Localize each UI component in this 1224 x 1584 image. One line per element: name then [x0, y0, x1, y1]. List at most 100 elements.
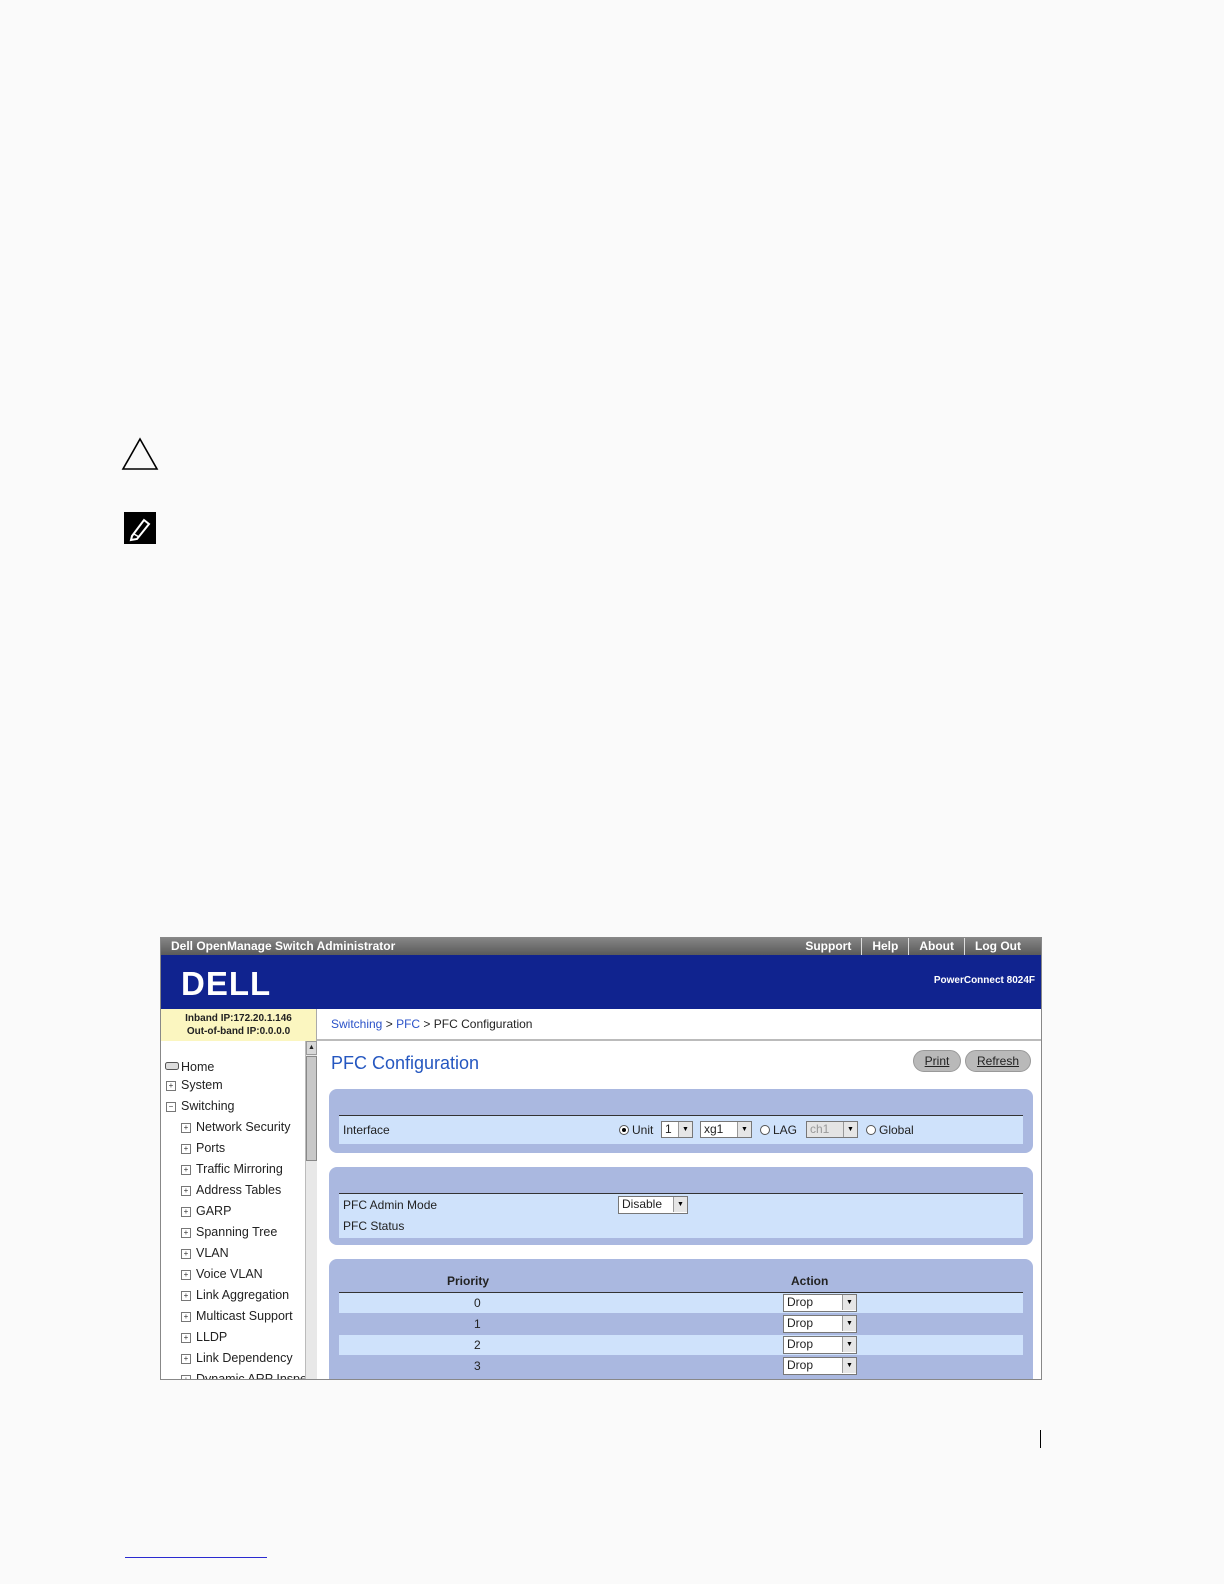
- page-number-rule: [1040, 1430, 1041, 1448]
- expand-icon[interactable]: +: [181, 1165, 191, 1175]
- priority-cell: 1: [474, 1317, 481, 1331]
- sidebar-item-ports[interactable]: + Ports: [181, 1141, 225, 1155]
- priority-cell: 3: [474, 1359, 481, 1373]
- port-select[interactable]: xg1 ▼: [700, 1121, 752, 1138]
- expand-icon[interactable]: +: [181, 1312, 191, 1322]
- table-row: 0 Drop ▼: [339, 1293, 1023, 1313]
- breadcrumb-sep: >: [385, 1017, 393, 1031]
- outband-ip: Out-of-band IP:0.0.0.0: [186, 1026, 291, 1037]
- expand-icon[interactable]: +: [181, 1333, 191, 1343]
- priority-cell: 2: [474, 1338, 481, 1352]
- app-title: Dell OpenManage Switch Administrator: [171, 939, 396, 953]
- expand-icon[interactable]: +: [181, 1207, 191, 1217]
- action-header: Action: [791, 1274, 829, 1288]
- title-bar: Dell OpenManage Switch Administrator Sup…: [161, 938, 1041, 955]
- dropdown-arrow-icon[interactable]: ▼: [842, 1358, 856, 1373]
- expand-icon[interactable]: +: [181, 1291, 191, 1301]
- sidebar-item-link-aggregation[interactable]: + Link Aggregation: [181, 1288, 289, 1302]
- top-links: Support Help About Log Out: [795, 938, 1031, 955]
- dropdown-arrow-icon[interactable]: ▼: [737, 1122, 751, 1137]
- action-select[interactable]: Drop ▼: [783, 1315, 857, 1333]
- sidebar-item-multicast-support[interactable]: + Multicast Support: [181, 1309, 293, 1323]
- action-select[interactable]: Drop ▼: [783, 1336, 857, 1354]
- inband-ip: Inband IP:172.20.1.146: [185, 1013, 292, 1024]
- action-select[interactable]: Drop ▼: [783, 1357, 857, 1375]
- expand-icon[interactable]: +: [181, 1123, 191, 1133]
- lag-select: ch1 ▼: [806, 1121, 858, 1138]
- banner: DELL PowerConnect 8024F: [161, 955, 1041, 1009]
- sidebar-scrollbar[interactable]: ▲: [305, 1041, 317, 1379]
- sidebar-item-home[interactable]: Home: [165, 1060, 214, 1074]
- global-radio[interactable]: Global: [866, 1123, 914, 1137]
- page-title: PFC Configuration: [331, 1053, 480, 1073]
- help-link[interactable]: Help: [861, 938, 908, 955]
- sidebar-item-garp[interactable]: + GARP: [181, 1204, 231, 1218]
- breadcrumb-current: PFC Configuration: [433, 1017, 533, 1031]
- expand-icon[interactable]: +: [166, 1081, 176, 1091]
- sidebar-item-voice-vlan[interactable]: + Voice VLAN: [181, 1267, 263, 1281]
- expand-icon[interactable]: +: [181, 1186, 191, 1196]
- note-icon: [124, 512, 156, 544]
- pfc-admin-mode-select[interactable]: Disable ▼: [618, 1196, 688, 1214]
- expand-icon[interactable]: +: [181, 1144, 191, 1154]
- expand-icon[interactable]: +: [181, 1228, 191, 1238]
- dell-logo: DELL: [181, 966, 271, 1000]
- footer-link-underline[interactable]: [125, 1557, 267, 1558]
- action-select[interactable]: Drop ▼: [783, 1294, 857, 1312]
- scroll-up-icon[interactable]: ▲: [306, 1041, 317, 1055]
- dropdown-arrow-icon[interactable]: ▼: [678, 1122, 692, 1137]
- sidebar-item-dynamic-arp[interactable]: + Dynamic ARP Inspe: [181, 1372, 307, 1379]
- sidebar-item-traffic-mirroring[interactable]: + Traffic Mirroring: [181, 1162, 283, 1176]
- unit-radio[interactable]: Unit: [619, 1123, 653, 1137]
- pfc-admin-mode-label: PFC Admin Mode: [343, 1198, 438, 1212]
- sidebar-item-switching[interactable]: − Switching: [166, 1099, 235, 1113]
- sidebar-item-vlan[interactable]: + VLAN: [181, 1246, 229, 1260]
- dropdown-arrow-icon[interactable]: ▼: [842, 1337, 856, 1352]
- table-row: 3 Drop ▼: [339, 1356, 1023, 1376]
- about-link[interactable]: About: [908, 938, 964, 955]
- sidebar-item-lldp[interactable]: + LLDP: [181, 1330, 227, 1344]
- breadcrumb-pfc[interactable]: PFC: [396, 1017, 420, 1031]
- expand-icon[interactable]: +: [181, 1249, 191, 1259]
- home-icon: [165, 1062, 179, 1070]
- interface-label: Interface: [343, 1123, 390, 1137]
- pfc-mode-rows: PFC Admin Mode Disable ▼ PFC Status: [339, 1193, 1023, 1238]
- scrollbar-thumb[interactable]: [306, 1056, 317, 1161]
- dropdown-arrow-icon: ▼: [843, 1122, 857, 1137]
- svg-text:DELL: DELL: [181, 966, 271, 1000]
- collapse-icon[interactable]: −: [166, 1102, 176, 1112]
- table-row: 1 Drop ▼: [339, 1314, 1023, 1334]
- expand-icon[interactable]: +: [181, 1354, 191, 1364]
- lag-radio[interactable]: LAG: [760, 1123, 797, 1137]
- refresh-button[interactable]: Refresh: [965, 1050, 1031, 1072]
- expand-icon[interactable]: +: [181, 1270, 191, 1280]
- logout-link[interactable]: Log Out: [964, 938, 1031, 955]
- sidebar-item-spanning-tree[interactable]: + Spanning Tree: [181, 1225, 277, 1239]
- priority-header: Priority: [447, 1274, 490, 1288]
- sidebar-item-system[interactable]: + System: [166, 1078, 223, 1092]
- unit-select[interactable]: 1 ▼: [661, 1121, 693, 1138]
- radio-icon[interactable]: [760, 1125, 770, 1135]
- sidebar-item-address-tables[interactable]: + Address Tables: [181, 1183, 281, 1197]
- print-button[interactable]: Print: [913, 1050, 961, 1072]
- main-content: PFC Configuration Print Refresh Interfac…: [319, 1041, 1041, 1379]
- radio-selected-icon[interactable]: [619, 1125, 629, 1135]
- priority-table-panel: Priority Action 0 Drop ▼ 1 Drop ▼ 2 Drop ▼ …: [329, 1259, 1033, 1379]
- expand-icon[interactable]: +: [181, 1375, 191, 1379]
- interface-row: Interface Unit 1 ▼ xg1 ▼ LAG ch1 ▼ Global: [339, 1115, 1023, 1144]
- radio-icon[interactable]: [866, 1125, 876, 1135]
- screenshot-frame: Dell OpenManage Switch Administrator Sup…: [160, 937, 1042, 1380]
- dropdown-arrow-icon[interactable]: ▼: [842, 1316, 856, 1331]
- support-link[interactable]: Support: [795, 938, 861, 955]
- dropdown-arrow-icon[interactable]: ▼: [842, 1295, 856, 1310]
- sidebar-item-link-dependency[interactable]: + Link Dependency: [181, 1351, 293, 1365]
- sidebar-item-network-security[interactable]: + Network Security: [181, 1120, 290, 1134]
- breadcrumb-sep: >: [423, 1017, 431, 1031]
- table-row: 2 Drop ▼: [339, 1335, 1023, 1355]
- dropdown-arrow-icon[interactable]: ▼: [673, 1197, 687, 1212]
- pfc-status-label: PFC Status: [343, 1219, 405, 1233]
- breadcrumb-switching[interactable]: Switching: [331, 1017, 382, 1031]
- pfc-mode-panel: PFC Admin Mode Disable ▼ PFC Status: [329, 1167, 1033, 1245]
- breadcrumb: Switching > PFC > PFC Configuration: [317, 1009, 1041, 1041]
- ip-info: Inband IP:172.20.1.146 Out-of-band IP:0.…: [161, 1009, 317, 1041]
